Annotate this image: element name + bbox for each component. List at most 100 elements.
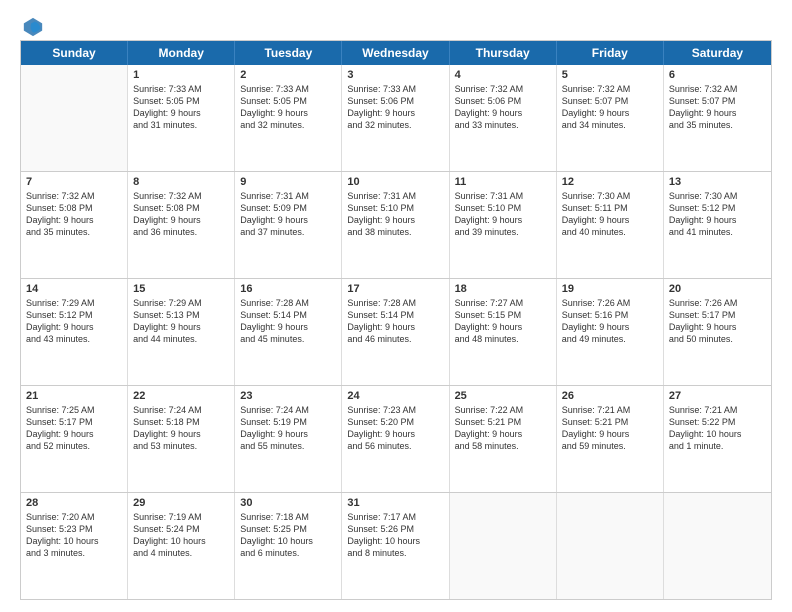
cell-info-line: Daylight: 9 hours xyxy=(240,321,336,333)
day-cell: 23Sunrise: 7:24 AMSunset: 5:19 PMDayligh… xyxy=(235,386,342,492)
cell-info-line: Daylight: 9 hours xyxy=(669,321,766,333)
cell-info-line: Daylight: 9 hours xyxy=(455,214,551,226)
day-number: 3 xyxy=(347,69,443,81)
day-cell: 12Sunrise: 7:30 AMSunset: 5:11 PMDayligh… xyxy=(557,172,664,278)
cell-info-line: Sunrise: 7:24 AM xyxy=(133,404,229,416)
cell-info-line: Sunset: 5:24 PM xyxy=(133,523,229,535)
cell-info-line: Sunrise: 7:31 AM xyxy=(240,190,336,202)
cell-info-line: Sunrise: 7:23 AM xyxy=(347,404,443,416)
day-cell: 13Sunrise: 7:30 AMSunset: 5:12 PMDayligh… xyxy=(664,172,771,278)
cell-info-line: and 50 minutes. xyxy=(669,333,766,345)
cell-info-line: and 55 minutes. xyxy=(240,440,336,452)
cell-info-line: Daylight: 9 hours xyxy=(26,321,122,333)
calendar-body: 1Sunrise: 7:33 AMSunset: 5:05 PMDaylight… xyxy=(21,65,771,599)
day-cell: 29Sunrise: 7:19 AMSunset: 5:24 PMDayligh… xyxy=(128,493,235,599)
day-number: 27 xyxy=(669,390,766,402)
day-number: 8 xyxy=(133,176,229,188)
calendar: SundayMondayTuesdayWednesdayThursdayFrid… xyxy=(20,40,772,600)
empty-cell xyxy=(21,65,128,171)
cell-info-line: Daylight: 9 hours xyxy=(562,214,658,226)
cell-info-line: Sunrise: 7:27 AM xyxy=(455,297,551,309)
cell-info-line: Daylight: 9 hours xyxy=(133,428,229,440)
cell-info-line: Sunset: 5:26 PM xyxy=(347,523,443,535)
day-header: Friday xyxy=(557,41,664,65)
cell-info-line: Sunrise: 7:31 AM xyxy=(347,190,443,202)
cell-info-line: and 53 minutes. xyxy=(133,440,229,452)
day-cell: 3Sunrise: 7:33 AMSunset: 5:06 PMDaylight… xyxy=(342,65,449,171)
cell-info-line: Sunrise: 7:25 AM xyxy=(26,404,122,416)
cell-info-line: Sunset: 5:09 PM xyxy=(240,202,336,214)
cell-info-line: and 58 minutes. xyxy=(455,440,551,452)
cell-info-line: Sunrise: 7:21 AM xyxy=(669,404,766,416)
cell-info-line: Daylight: 9 hours xyxy=(347,107,443,119)
day-header: Tuesday xyxy=(235,41,342,65)
day-cell: 15Sunrise: 7:29 AMSunset: 5:13 PMDayligh… xyxy=(128,279,235,385)
day-cell: 2Sunrise: 7:33 AMSunset: 5:05 PMDaylight… xyxy=(235,65,342,171)
cell-info-line: and 34 minutes. xyxy=(562,119,658,131)
cell-info-line: Daylight: 9 hours xyxy=(669,214,766,226)
cell-info-line: Sunset: 5:13 PM xyxy=(133,309,229,321)
day-cell: 1Sunrise: 7:33 AMSunset: 5:05 PMDaylight… xyxy=(128,65,235,171)
day-number: 24 xyxy=(347,390,443,402)
cell-info-line: and 6 minutes. xyxy=(240,547,336,559)
cell-info-line: Sunrise: 7:32 AM xyxy=(562,83,658,95)
cell-info-line: and 33 minutes. xyxy=(455,119,551,131)
cell-info-line: Daylight: 9 hours xyxy=(347,428,443,440)
cell-info-line: and 38 minutes. xyxy=(347,226,443,238)
day-number: 16 xyxy=(240,283,336,295)
cell-info-line: and 31 minutes. xyxy=(133,119,229,131)
day-cell: 30Sunrise: 7:18 AMSunset: 5:25 PMDayligh… xyxy=(235,493,342,599)
cell-info-line: Sunset: 5:18 PM xyxy=(133,416,229,428)
cell-info-line: Sunset: 5:08 PM xyxy=(26,202,122,214)
cell-info-line: and 8 minutes. xyxy=(347,547,443,559)
cell-info-line: Daylight: 9 hours xyxy=(133,107,229,119)
day-number: 20 xyxy=(669,283,766,295)
day-number: 5 xyxy=(562,69,658,81)
cell-info-line: Sunset: 5:05 PM xyxy=(240,95,336,107)
day-number: 25 xyxy=(455,390,551,402)
cell-info-line: Sunrise: 7:20 AM xyxy=(26,511,122,523)
day-cell: 21Sunrise: 7:25 AMSunset: 5:17 PMDayligh… xyxy=(21,386,128,492)
day-number: 15 xyxy=(133,283,229,295)
empty-cell xyxy=(450,493,557,599)
cell-info-line: Sunrise: 7:30 AM xyxy=(669,190,766,202)
cell-info-line: Sunset: 5:08 PM xyxy=(133,202,229,214)
cell-info-line: and 37 minutes. xyxy=(240,226,336,238)
day-header: Monday xyxy=(128,41,235,65)
cell-info-line: Sunrise: 7:30 AM xyxy=(562,190,658,202)
day-cell: 5Sunrise: 7:32 AMSunset: 5:07 PMDaylight… xyxy=(557,65,664,171)
cell-info-line: Sunset: 5:15 PM xyxy=(455,309,551,321)
day-number: 28 xyxy=(26,497,122,509)
cell-info-line: and 48 minutes. xyxy=(455,333,551,345)
day-number: 22 xyxy=(133,390,229,402)
cell-info-line: and 35 minutes. xyxy=(669,119,766,131)
cell-info-line: and 32 minutes. xyxy=(240,119,336,131)
day-number: 26 xyxy=(562,390,658,402)
cell-info-line: and 56 minutes. xyxy=(347,440,443,452)
cell-info-line: and 59 minutes. xyxy=(562,440,658,452)
cell-info-line: Daylight: 9 hours xyxy=(455,428,551,440)
cell-info-line: and 46 minutes. xyxy=(347,333,443,345)
cell-info-line: and 52 minutes. xyxy=(26,440,122,452)
day-header: Sunday xyxy=(21,41,128,65)
cell-info-line: Sunrise: 7:26 AM xyxy=(562,297,658,309)
cell-info-line: Sunrise: 7:28 AM xyxy=(240,297,336,309)
cell-info-line: Daylight: 9 hours xyxy=(347,321,443,333)
cell-info-line: Daylight: 9 hours xyxy=(669,107,766,119)
day-number: 18 xyxy=(455,283,551,295)
cell-info-line: and 40 minutes. xyxy=(562,226,658,238)
day-number: 17 xyxy=(347,283,443,295)
day-number: 9 xyxy=(240,176,336,188)
calendar-header: SundayMondayTuesdayWednesdayThursdayFrid… xyxy=(21,41,771,65)
cell-info-line: Sunrise: 7:19 AM xyxy=(133,511,229,523)
cell-info-line: Sunset: 5:05 PM xyxy=(133,95,229,107)
day-number: 14 xyxy=(26,283,122,295)
day-cell: 10Sunrise: 7:31 AMSunset: 5:10 PMDayligh… xyxy=(342,172,449,278)
cell-info-line: Sunrise: 7:24 AM xyxy=(240,404,336,416)
day-number: 12 xyxy=(562,176,658,188)
cell-info-line: Sunset: 5:10 PM xyxy=(347,202,443,214)
cell-info-line: Sunrise: 7:31 AM xyxy=(455,190,551,202)
cell-info-line: Sunset: 5:17 PM xyxy=(669,309,766,321)
cell-info-line: Sunset: 5:21 PM xyxy=(455,416,551,428)
calendar-week: 1Sunrise: 7:33 AMSunset: 5:05 PMDaylight… xyxy=(21,65,771,172)
